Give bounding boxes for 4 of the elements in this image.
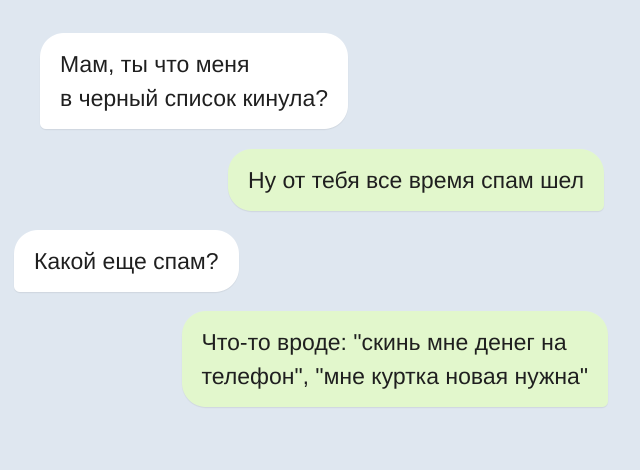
incoming-message: Какой еще спам? [14,230,239,292]
incoming-message: Мам, ты что меня в черный список кинула? [40,33,348,129]
outgoing-message: Ну от тебя все время спам шел [228,149,604,211]
outgoing-message: Что-то вроде: "скинь мне денег на телефон", "мне куртка новая нужна" [182,311,608,407]
